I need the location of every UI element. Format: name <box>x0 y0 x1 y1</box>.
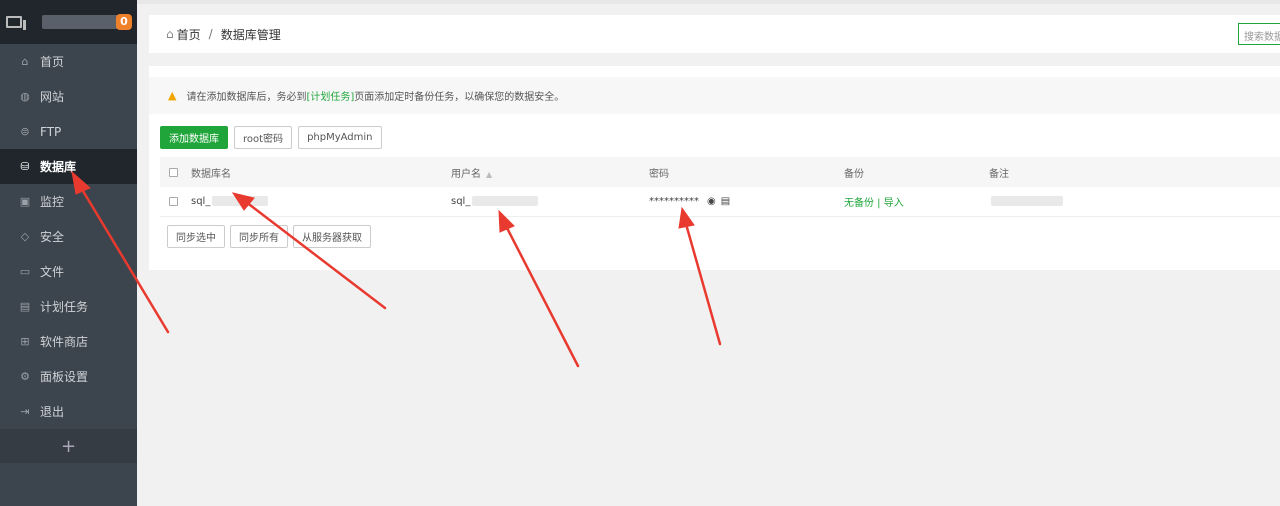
header-name[interactable]: 数据库名 <box>191 165 231 180</box>
sync-all-button[interactable]: 同步所有 <box>230 225 288 248</box>
notification-badge[interactable]: 0 <box>116 14 132 30</box>
server-ip-redacted <box>42 15 126 29</box>
select-all-checkbox[interactable] <box>169 167 178 177</box>
sidebar-item-gear[interactable]: ⚙ 面板设置 <box>0 359 137 394</box>
calendar-icon: ▤ <box>19 300 31 313</box>
sidebar-item-label: FTP <box>40 124 62 139</box>
sidebar-menu: ⌂ 首页 ◍ 网站 ⊜ FTP ⛁ 数据库 ▣ 监控 ◇ 安全 ▭ 文件 ▤ 计划任务 ⊞ 软件商店 ⚙ 面板设置 ⇥ 退… <box>0 44 137 429</box>
backup-separator: | <box>874 198 884 209</box>
sidebar-item-globe[interactable]: ◍ 网站 <box>0 79 137 114</box>
monitor-icon: ▣ <box>19 195 31 208</box>
no-backup-link[interactable]: 无备份 <box>844 198 874 209</box>
warning-icon: ▲ <box>168 89 177 102</box>
db-password-cell: ********** ◉ ▤ <box>649 196 730 207</box>
backup-notice: ▲ 请在添加数据库后，务必到 [计划任务] 页面添加定时备份任务，以确保您的数据… <box>149 77 1280 114</box>
table-row: sql_ sql_ ********** ◉ ▤ 无备份 | 导入 <box>160 187 1280 217</box>
breadcrumb: ⌂ 首页 / 数据库管理 搜索数据库 <box>149 15 1280 53</box>
header-backup: 备份 <box>844 168 864 180</box>
db-user-cell: sql_ <box>451 196 539 207</box>
db-user-text: sql_ <box>451 196 471 207</box>
breadcrumb-separator: / <box>208 27 213 41</box>
database-panel: ▲ 请在添加数据库后，务必到 [计划任务] 页面添加定时备份任务，以确保您的数据… <box>149 66 1280 270</box>
notice-text-before: 请在添加数据库后，务必到 <box>186 92 307 103</box>
sidebar-item-ftp[interactable]: ⊜ FTP <box>0 114 137 149</box>
breadcrumb-home[interactable]: 首页 <box>177 26 201 43</box>
sidebar-item-label: 首页 <box>40 55 65 69</box>
header-remark: 备注 <box>989 168 1009 180</box>
sidebar-item-monitor[interactable]: ▣ 监控 <box>0 184 137 219</box>
gear-icon: ⚙ <box>20 370 30 383</box>
eye-icon[interactable]: ◉ <box>707 196 716 207</box>
sidebar-item-calendar[interactable]: ▤ 计划任务 <box>0 289 137 324</box>
header-user-label: 用户名 <box>451 168 481 180</box>
sidebar-item-database[interactable]: ⛁ 数据库 <box>0 149 137 184</box>
import-link[interactable]: 导入 <box>884 198 904 209</box>
db-password-masked: ********** <box>649 196 699 207</box>
shield-icon: ◇ <box>20 230 30 243</box>
home-icon[interactable]: ⌂ <box>166 27 174 41</box>
database-table: 数据库名 用户名 ▲ 密码 备份 备注 sql_ sql_ ********** ◉… <box>160 157 1280 217</box>
sidebar-item-logout[interactable]: ⇥ 退出 <box>0 394 137 429</box>
header-password: 密码 <box>649 168 669 180</box>
logout-icon: ⇥ <box>20 405 30 418</box>
add-menu-button[interactable]: + <box>0 429 137 463</box>
sync-selected-button[interactable]: 同步选中 <box>167 225 225 248</box>
globe-icon: ◍ <box>20 90 30 103</box>
home-icon: ⌂ <box>21 55 29 68</box>
sort-up-icon[interactable]: ▲ <box>486 170 492 179</box>
copy-icon[interactable]: ▤ <box>721 196 730 207</box>
phpmyadmin-button[interactable]: phpMyAdmin <box>298 126 382 149</box>
sidebar-item-label: 退出 <box>40 405 65 419</box>
apps-icon: ⊞ <box>20 335 30 348</box>
table-header: 数据库名 用户名 ▲ 密码 备份 备注 <box>160 157 1280 187</box>
bottom-toolbar: 同步选中 同步所有 从服务器获取 <box>167 225 371 248</box>
database-icon: ⛁ <box>20 160 30 173</box>
server-icon <box>6 16 26 30</box>
header-user[interactable]: 用户名 ▲ <box>451 165 492 180</box>
sidebar-header: 0 <box>0 0 137 44</box>
main-content: ⌂ 首页 / 数据库管理 搜索数据库 ▲ 请在添加数据库后，务必到 [计划任务]… <box>137 0 1280 506</box>
sidebar-item-label: 安全 <box>40 230 65 244</box>
sidebar-item-label: 监控 <box>40 195 65 209</box>
sidebar-item-label: 网站 <box>40 90 65 104</box>
sidebar-item-shield[interactable]: ◇ 安全 <box>0 219 137 254</box>
sidebar-item-label: 计划任务 <box>40 300 89 314</box>
db-backup-cell: 无备份 | 导入 <box>844 194 904 209</box>
sidebar: 0 ⌂ 首页 ◍ 网站 ⊜ FTP ⛁ 数据库 ▣ 监控 ◇ 安全 ▭ 文件 ▤ 计划任务 ⊞ 软件商店 ⚙ 面板设置… <box>0 0 137 506</box>
sidebar-item-label: 面板设置 <box>40 370 89 384</box>
folder-icon: ▭ <box>19 265 31 278</box>
ftp-icon: ⊜ <box>20 125 30 138</box>
row-checkbox[interactable] <box>169 197 178 206</box>
sidebar-item-label: 数据库 <box>40 160 77 174</box>
cron-task-link[interactable]: [计划任务] <box>306 88 354 103</box>
db-user-redacted <box>472 196 539 206</box>
breadcrumb-current: 数据库管理 <box>220 27 281 42</box>
search-input[interactable]: 搜索数据库 <box>1238 23 1280 45</box>
db-remark-redacted <box>991 196 1063 206</box>
sidebar-item-label: 软件商店 <box>40 335 89 349</box>
toolbar: 添加数据库 root密码 phpMyAdmin <box>160 126 382 149</box>
sidebar-item-apps[interactable]: ⊞ 软件商店 <box>0 324 137 359</box>
notice-text-after: 页面添加定时备份任务，以确保您的数据安全。 <box>354 92 565 103</box>
sidebar-item-label: 文件 <box>40 265 65 279</box>
db-name-cell: sql_ <box>191 196 269 207</box>
sidebar-item-home[interactable]: ⌂ 首页 <box>0 44 137 79</box>
root-password-button[interactable]: root密码 <box>234 126 293 149</box>
db-remark-cell <box>989 196 1063 207</box>
add-database-button[interactable]: 添加数据库 <box>160 126 228 149</box>
sidebar-item-folder[interactable]: ▭ 文件 <box>0 254 137 289</box>
db-name-text: sql_ <box>191 196 211 207</box>
top-divider <box>137 0 1280 4</box>
db-name-redacted <box>212 196 269 206</box>
fetch-from-server-button[interactable]: 从服务器获取 <box>293 225 371 248</box>
